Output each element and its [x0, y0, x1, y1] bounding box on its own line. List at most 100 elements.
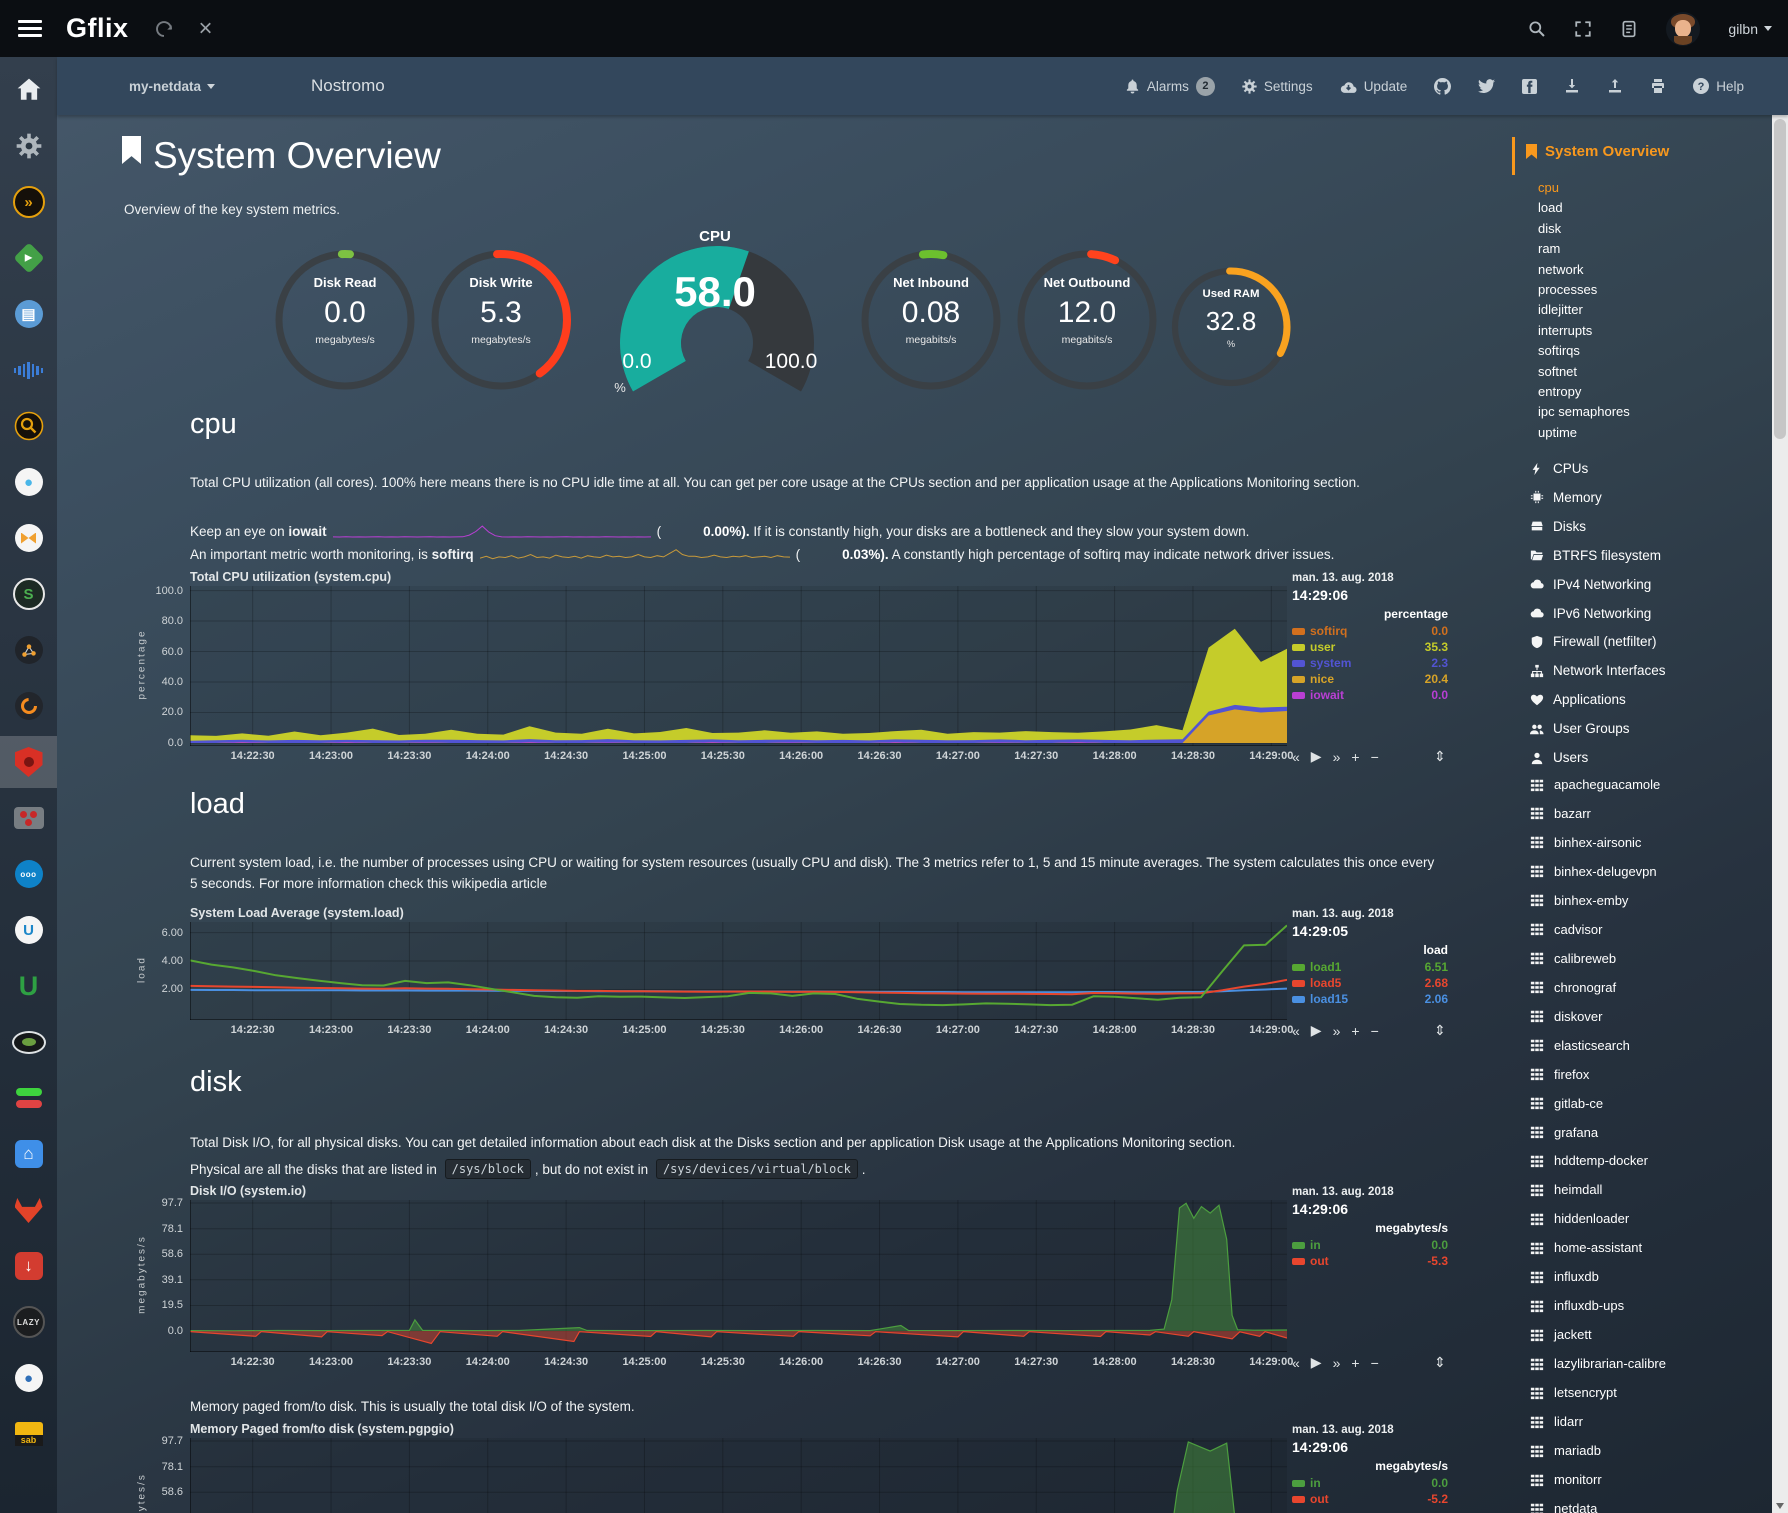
menu-item-processes[interactable]: processes [1538, 282, 1597, 297]
menu-app-grafana[interactable]: grafana [1530, 1125, 1598, 1140]
chart-pan-forward-button[interactable]: » [1333, 1023, 1341, 1039]
chart-zoom-out-button[interactable]: − [1371, 1023, 1379, 1039]
sidebar-app-app-nodes[interactable] [0, 624, 57, 676]
scrollbar-thumb[interactable] [1774, 119, 1786, 439]
chart-pan-forward-button[interactable]: » [1333, 749, 1341, 765]
menu-app-monitorr[interactable]: monitorr [1530, 1472, 1602, 1487]
menu-app-letsencrypt[interactable]: letsencrypt [1530, 1385, 1617, 1400]
chart-pan-back-button[interactable]: « [1292, 1023, 1300, 1039]
chart-pan-forward-button[interactable]: » [1333, 1355, 1341, 1371]
menu-system-overview[interactable]: System Overview [1526, 143, 1669, 160]
legend-out[interactable]: out-5.2 [1292, 1492, 1448, 1506]
chart-resize-handle[interactable]: ⇕ [1434, 1354, 1446, 1371]
sidebar-app-sabnzbd[interactable]: sab [0, 1408, 57, 1460]
menu-app-apacheguacamole[interactable]: apacheguacamole [1530, 777, 1660, 792]
sidebar-app-plex[interactable]: » [0, 176, 57, 228]
pgpgio-plot[interactable] [190, 1438, 1287, 1513]
menu-app-lidarr[interactable]: lidarr [1530, 1414, 1583, 1429]
chart-play-button[interactable]: ▶ [1311, 1022, 1322, 1039]
sidebar-app-app-drop[interactable]: ● [0, 1352, 57, 1404]
menu-app-chronograf[interactable]: chronograf [1530, 980, 1616, 995]
legend-load15[interactable]: load152.06 [1292, 992, 1448, 1006]
chart-pan-back-button[interactable]: « [1292, 1355, 1300, 1371]
sidebar-app-app-shield[interactable] [0, 736, 57, 788]
menu-app-jackett[interactable]: jackett [1530, 1327, 1592, 1342]
chart-zoom-out-button[interactable]: − [1371, 1355, 1379, 1371]
menu-section-disks[interactable]: Disks [1530, 519, 1586, 534]
menu-item-entropy[interactable]: entropy [1538, 384, 1581, 399]
sidebar-app-emby[interactable]: ▶ [0, 232, 57, 284]
chart-cpu[interactable]: Total CPU utilization (system.cpu)0.020.… [130, 570, 1450, 786]
menu-section-ipv6-networking[interactable]: IPv6 Networking [1530, 606, 1651, 621]
menu-app-influxdb[interactable]: influxdb [1530, 1269, 1599, 1284]
menu-app-heimdall[interactable]: heimdall [1530, 1182, 1602, 1197]
sidebar-app-app-hat[interactable] [0, 1016, 57, 1068]
sidebar-app-airsonic[interactable] [0, 344, 57, 396]
alarms-button[interactable]: Alarms 2 [1125, 77, 1215, 96]
search-icon[interactable] [1528, 20, 1546, 38]
menu-item-softirqs[interactable]: softirqs [1538, 343, 1580, 358]
menu-section-memory[interactable]: Memory [1530, 490, 1602, 505]
disk-plot[interactable] [190, 1200, 1287, 1352]
download-icon[interactable] [1564, 78, 1580, 94]
sidebar-app-lazylibrarian[interactable]: LAZY [0, 1296, 57, 1348]
facebook-icon[interactable] [1522, 79, 1537, 94]
menu-item-network[interactable]: network [1538, 262, 1584, 277]
menu-app-calibreweb[interactable]: calibreweb [1530, 951, 1616, 966]
chart-pan-back-button[interactable]: « [1292, 749, 1300, 765]
sidebar-app-settings[interactable] [0, 120, 57, 172]
menu-section-applications[interactable]: Applications [1530, 692, 1626, 707]
github-icon[interactable] [1434, 78, 1451, 95]
legend-softirq[interactable]: softirq0.0 [1292, 624, 1448, 638]
menu-item-load[interactable]: load [1538, 200, 1563, 215]
menu-app-elasticsearch[interactable]: elasticsearch [1530, 1038, 1630, 1053]
twitter-icon[interactable] [1478, 79, 1495, 94]
sidebar-app-app-library[interactable]: ▤ [0, 288, 57, 340]
changelog-icon[interactable] [1620, 20, 1638, 38]
menu-section-users[interactable]: Users [1530, 750, 1588, 765]
menu-item-cpu[interactable]: cpu [1538, 180, 1559, 195]
chart-zoom-in-button[interactable]: + [1351, 749, 1359, 765]
chart-zoom-in-button[interactable]: + [1351, 1023, 1359, 1039]
menu-app-firefox[interactable]: firefox [1530, 1067, 1589, 1082]
menu-item-interrupts[interactable]: interrupts [1538, 323, 1592, 338]
scrollbar-down-arrow[interactable] [1776, 1503, 1784, 1509]
menu-section-ipv4-networking[interactable]: IPv4 Networking [1530, 577, 1651, 592]
chart-zoom-in-button[interactable]: + [1351, 1355, 1359, 1371]
legend-in[interactable]: in0.0 [1292, 1476, 1448, 1490]
menu-section-firewall-netfilter-[interactable]: Firewall (netfilter) [1530, 634, 1657, 649]
chart-play-button[interactable]: ▶ [1311, 748, 1322, 765]
scrollbar[interactable] [1772, 115, 1788, 1513]
update-button[interactable]: Update [1340, 79, 1408, 94]
settings-button[interactable]: Settings [1242, 79, 1313, 94]
sidebar-app-grafana[interactable] [0, 680, 57, 732]
sidebar-app-app-swirl[interactable]: S [0, 568, 57, 620]
menu-app-binhex-emby[interactable]: binhex-emby [1530, 893, 1628, 908]
sidebar-app-app-petals[interactable]: ● [0, 456, 57, 508]
legend-out[interactable]: out-5.3 [1292, 1254, 1448, 1268]
menu-item-idlejitter[interactable]: idlejitter [1538, 302, 1583, 317]
legend-nice[interactable]: nice20.4 [1292, 672, 1448, 686]
menu-app-netdata[interactable]: netdata [1530, 1501, 1597, 1513]
menu-app-hddtemp-docker[interactable]: hddtemp-docker [1530, 1153, 1648, 1168]
legend-system[interactable]: system2.3 [1292, 656, 1448, 670]
chart-play-button[interactable]: ▶ [1311, 1354, 1322, 1371]
load-plot[interactable] [190, 922, 1287, 1020]
sidebar-app-home-assistant[interactable]: ⌂ [0, 1128, 57, 1180]
host-dropdown[interactable]: my-netdata [129, 79, 215, 94]
menu-section-btrfs-filesystem[interactable]: BTRFS filesystem [1530, 548, 1661, 563]
legend-user[interactable]: user35.3 [1292, 640, 1448, 654]
sidebar-app-youtube-dl[interactable]: ↓ [0, 1240, 57, 1292]
menu-app-gitlab-ce[interactable]: gitlab-ce [1530, 1096, 1603, 1111]
chart-resize-handle[interactable]: ⇕ [1434, 748, 1446, 765]
menu-item-softnet[interactable]: softnet [1538, 364, 1577, 379]
fullscreen-icon[interactable] [1574, 20, 1592, 38]
user-menu[interactable]: gilbn [1728, 21, 1772, 37]
menu-app-binhex-delugevpn[interactable]: binhex-delugevpn [1530, 864, 1657, 879]
sidebar-app-app-green-u[interactable]: U [0, 960, 57, 1012]
menu-app-diskover[interactable]: diskover [1530, 1009, 1602, 1024]
refresh-icon[interactable] [155, 20, 173, 38]
sidebar-app-home[interactable] [0, 64, 57, 116]
menu-item-disk[interactable]: disk [1538, 221, 1561, 236]
chart-load[interactable]: System Load Average (system.load)2.004.0… [130, 906, 1450, 1064]
